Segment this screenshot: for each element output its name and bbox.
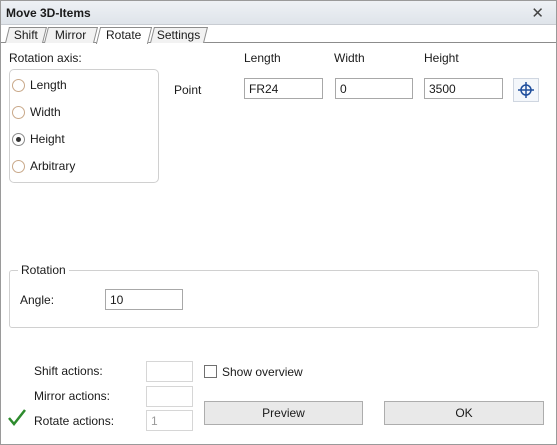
title-bar: Move 3D-Items ✕ bbox=[1, 1, 556, 25]
angle-label: Angle: bbox=[20, 293, 55, 307]
point-width-input[interactable] bbox=[335, 78, 413, 99]
angle-input[interactable] bbox=[105, 289, 183, 310]
rotation-group-title: Rotation bbox=[18, 263, 69, 277]
close-icon[interactable]: ✕ bbox=[531, 4, 544, 22]
window-title: Move 3D-Items bbox=[6, 6, 91, 20]
shift-actions-field bbox=[146, 361, 193, 382]
check-icon bbox=[8, 409, 26, 426]
point-label: Point bbox=[174, 83, 202, 97]
radio-arbitrary-label: Arbitrary bbox=[30, 159, 76, 173]
radio-length-label: Length bbox=[30, 78, 67, 92]
rotate-actions-label: Rotate actions: bbox=[34, 414, 115, 428]
mirror-actions-label: Mirror actions: bbox=[34, 389, 111, 403]
length-header: Length bbox=[244, 51, 281, 65]
rotation-axis-label: Rotation axis: bbox=[9, 51, 82, 65]
tab-mirror[interactable]: Mirror bbox=[44, 27, 98, 43]
rotation-axis-group: Length Width Height Arbitrary bbox=[9, 69, 159, 183]
radio-height-label: Height bbox=[30, 132, 65, 146]
shift-actions-label: Shift actions: bbox=[34, 364, 103, 378]
move-3d-items-dialog: Move 3D-Items ✕ Shift Mirror Rotate Sett… bbox=[0, 0, 557, 445]
tab-rotate[interactable]: Rotate bbox=[95, 27, 153, 44]
show-overview-label[interactable]: Show overview bbox=[222, 365, 303, 379]
preview-button[interactable]: Preview bbox=[204, 401, 363, 425]
tab-strip: Shift Mirror Rotate Settings bbox=[1, 26, 556, 44]
height-header: Height bbox=[424, 51, 459, 65]
radio-width-label: Width bbox=[30, 105, 61, 119]
point-length-input[interactable] bbox=[244, 78, 323, 99]
width-header: Width bbox=[334, 51, 365, 65]
rotate-actions-field bbox=[146, 410, 193, 431]
radio-width-circle[interactable] bbox=[12, 106, 25, 119]
radio-height-circle[interactable] bbox=[12, 133, 25, 146]
tab-shift[interactable]: Shift bbox=[5, 27, 47, 43]
mirror-actions-field bbox=[146, 386, 193, 407]
crosshair-icon bbox=[518, 82, 534, 98]
pick-point-button[interactable] bbox=[513, 78, 539, 102]
rotation-group: Rotation Angle: bbox=[9, 263, 539, 328]
tab-settings[interactable]: Settings bbox=[150, 27, 208, 43]
show-overview-checkbox[interactable] bbox=[204, 365, 217, 378]
ok-button[interactable]: OK bbox=[384, 401, 544, 425]
radio-length-circle[interactable] bbox=[12, 79, 25, 92]
point-height-input[interactable] bbox=[424, 78, 503, 99]
radio-arbitrary-circle[interactable] bbox=[12, 160, 25, 173]
